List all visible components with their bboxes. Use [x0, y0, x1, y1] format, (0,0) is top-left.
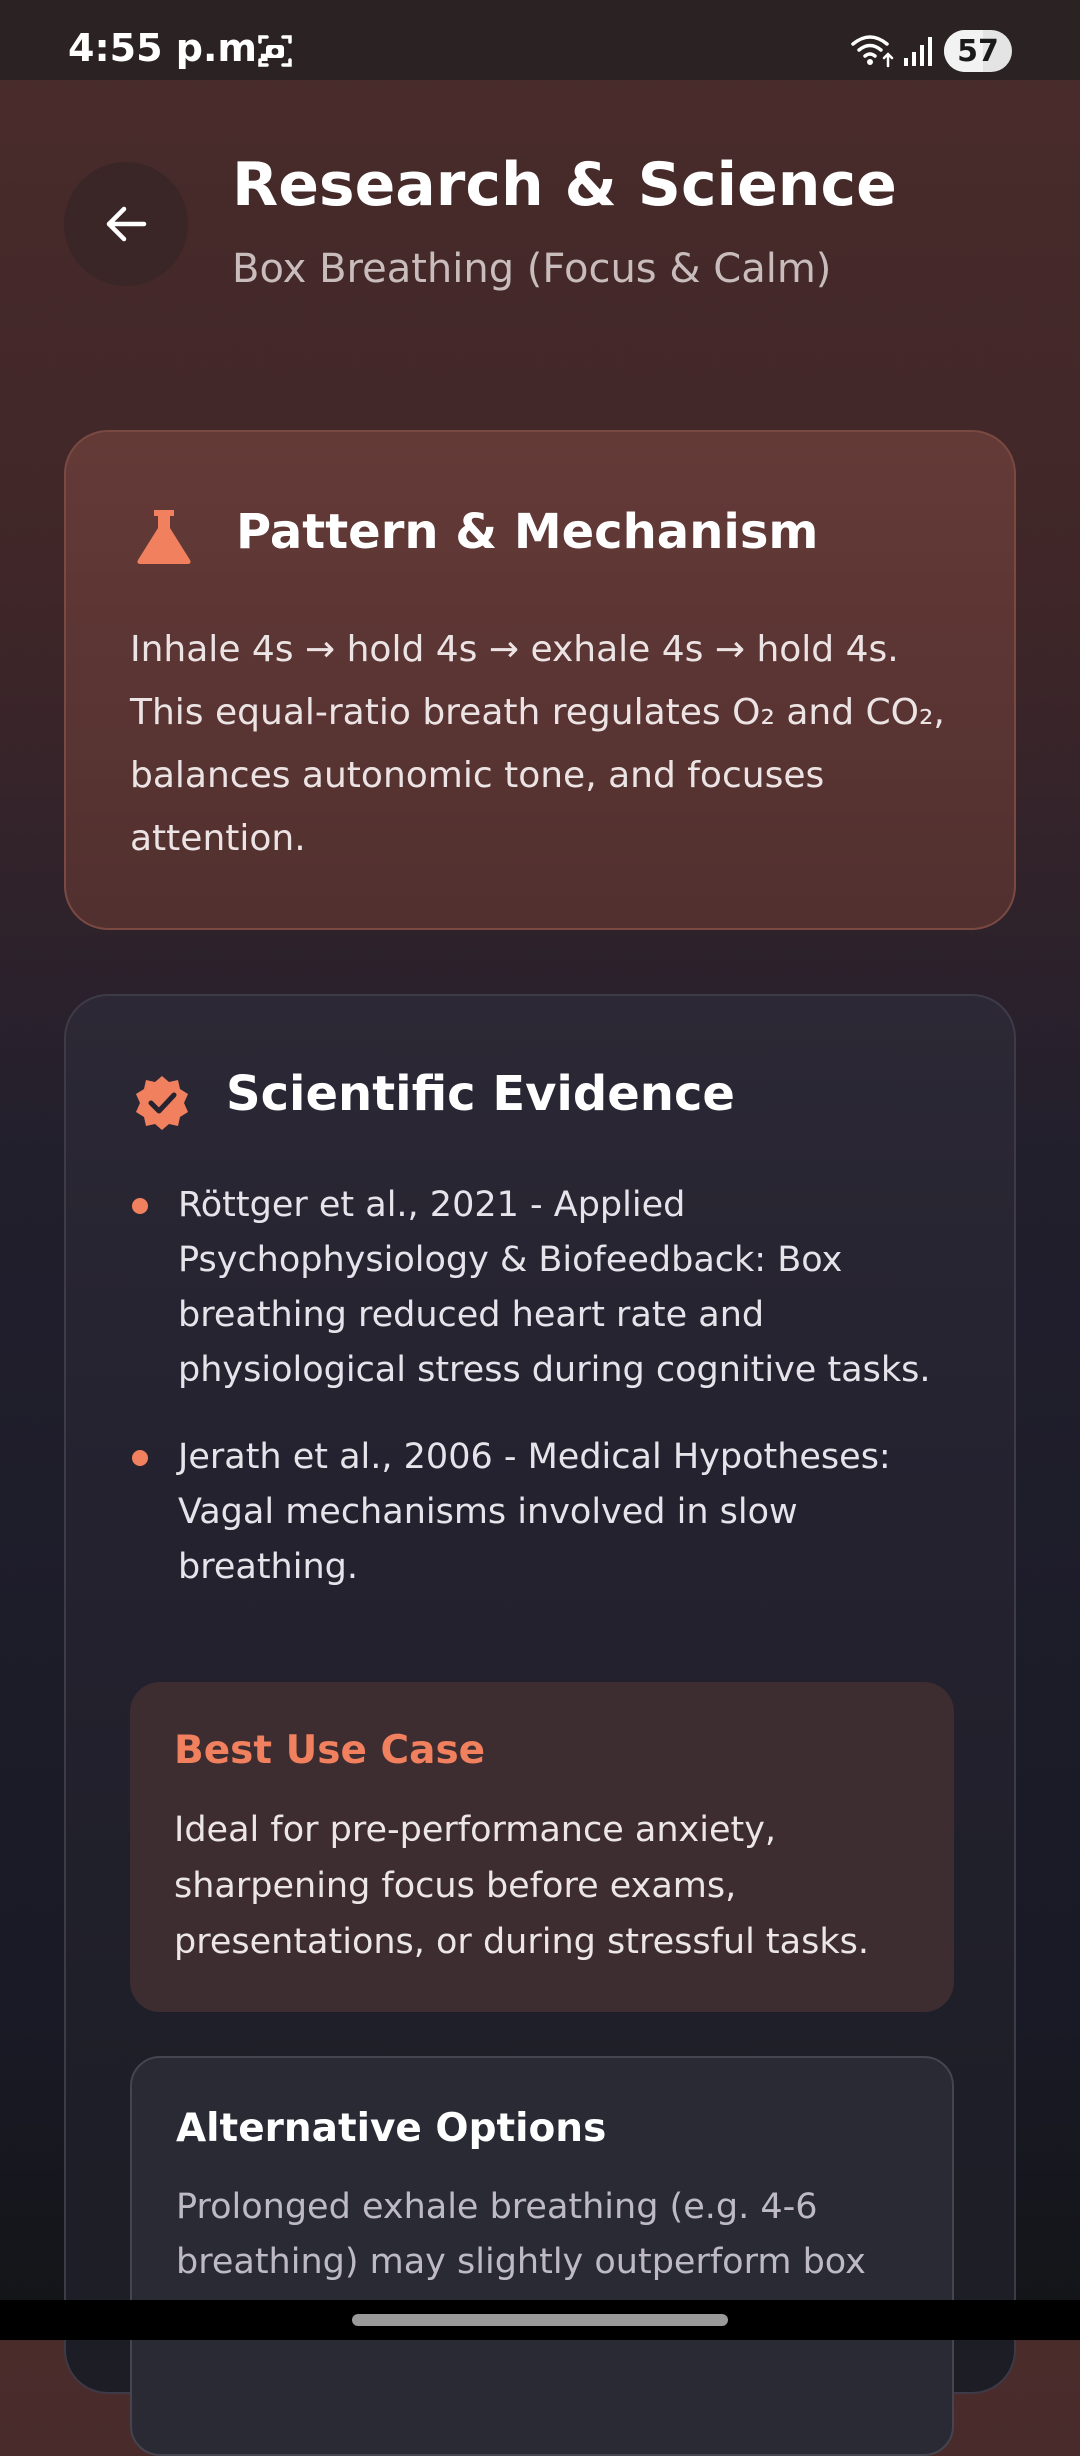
screen-record-icon [258, 35, 292, 67]
evidence-line: breathing. [178, 1547, 358, 1587]
pattern-body-line: Inhale 4s → hold 4s → exhale 4s → hold 4… [130, 629, 899, 670]
evidence-list-item: Röttger et al., 2021 - Applied Psychophy… [178, 1178, 968, 1398]
best-use-case-box: Best Use Case Ideal for pre-performance … [130, 1682, 954, 2012]
battery-indicator: 57 [944, 30, 1012, 72]
evidence-line: Jerath et al., 2006 - Medical Hypotheses… [178, 1437, 891, 1477]
evidence-line: Röttger et al., 2021 - Applied [178, 1185, 686, 1225]
arrow-left-icon [106, 206, 147, 242]
evidence-card-title: Scientific Evidence [226, 1066, 735, 1122]
pattern-body-line: attention. [130, 818, 306, 859]
alternative-options-box: Alternative Options Prolonged exhale bre… [130, 2056, 954, 2456]
page-title: Research & Science [232, 150, 897, 220]
pattern-mechanism-card: Pattern & Mechanism Inhale 4s → hold 4s … [64, 430, 1016, 930]
evidence-line: Vagal mechanisms involved in slow [178, 1492, 798, 1532]
alternatives-line: breathing) may slightly outperform box [176, 2242, 866, 2282]
evidence-line: Psychophysiology & Biofeedback: Box [178, 1240, 843, 1280]
scientific-evidence-card: Scientific Evidence Röttger et al., 2021… [64, 994, 1016, 2456]
bullet-dot [132, 1450, 148, 1466]
wifi-icon [851, 35, 894, 68]
use-case-body: Ideal for pre-performance anxiety, sharp… [174, 1802, 934, 1970]
alternatives-line: Prolonged exhale breathing (e.g. 4-6 [176, 2187, 818, 2227]
use-case-line: presentations, or during stressful tasks… [174, 1922, 869, 1962]
cellular-signal-icon [904, 37, 932, 66]
evidence-line: breathing reduced heart rate and [178, 1295, 765, 1335]
navigation-bar [0, 2300, 1080, 2340]
evidence-list-item: Jerath et al., 2006 - Medical Hypotheses… [178, 1430, 968, 1595]
back-button[interactable] [64, 162, 188, 286]
alternatives-body: Prolonged exhale breathing (e.g. 4-6 bre… [176, 2180, 936, 2290]
verified-badge-icon [136, 1076, 188, 1130]
use-case-title: Best Use Case [174, 1728, 486, 1773]
pattern-body-line: This equal-ratio breath regulates O₂ and… [130, 692, 945, 733]
status-time: 4:55 p.m. [68, 26, 272, 70]
page-subtitle: Box Breathing (Focus & Calm) [232, 246, 832, 292]
flask-icon [137, 510, 191, 564]
home-gesture-handle[interactable] [352, 2314, 728, 2326]
alternatives-title: Alternative Options [176, 2106, 607, 2151]
battery-level: 57 [957, 34, 999, 69]
pattern-body-line: balances autonomic tone, and focuses [130, 755, 825, 796]
bullet-dot [132, 1198, 148, 1214]
pattern-card-body: Inhale 4s → hold 4s → exhale 4s → hold 4… [130, 618, 980, 870]
pattern-card-title: Pattern & Mechanism [236, 504, 819, 560]
use-case-line: sharpening focus before exams, [174, 1866, 737, 1906]
use-case-line: Ideal for pre-performance anxiety, [174, 1810, 777, 1850]
evidence-line: physiological stress during cognitive ta… [178, 1350, 931, 1390]
status-bar: 4:55 p.m. 57 [0, 0, 1080, 80]
